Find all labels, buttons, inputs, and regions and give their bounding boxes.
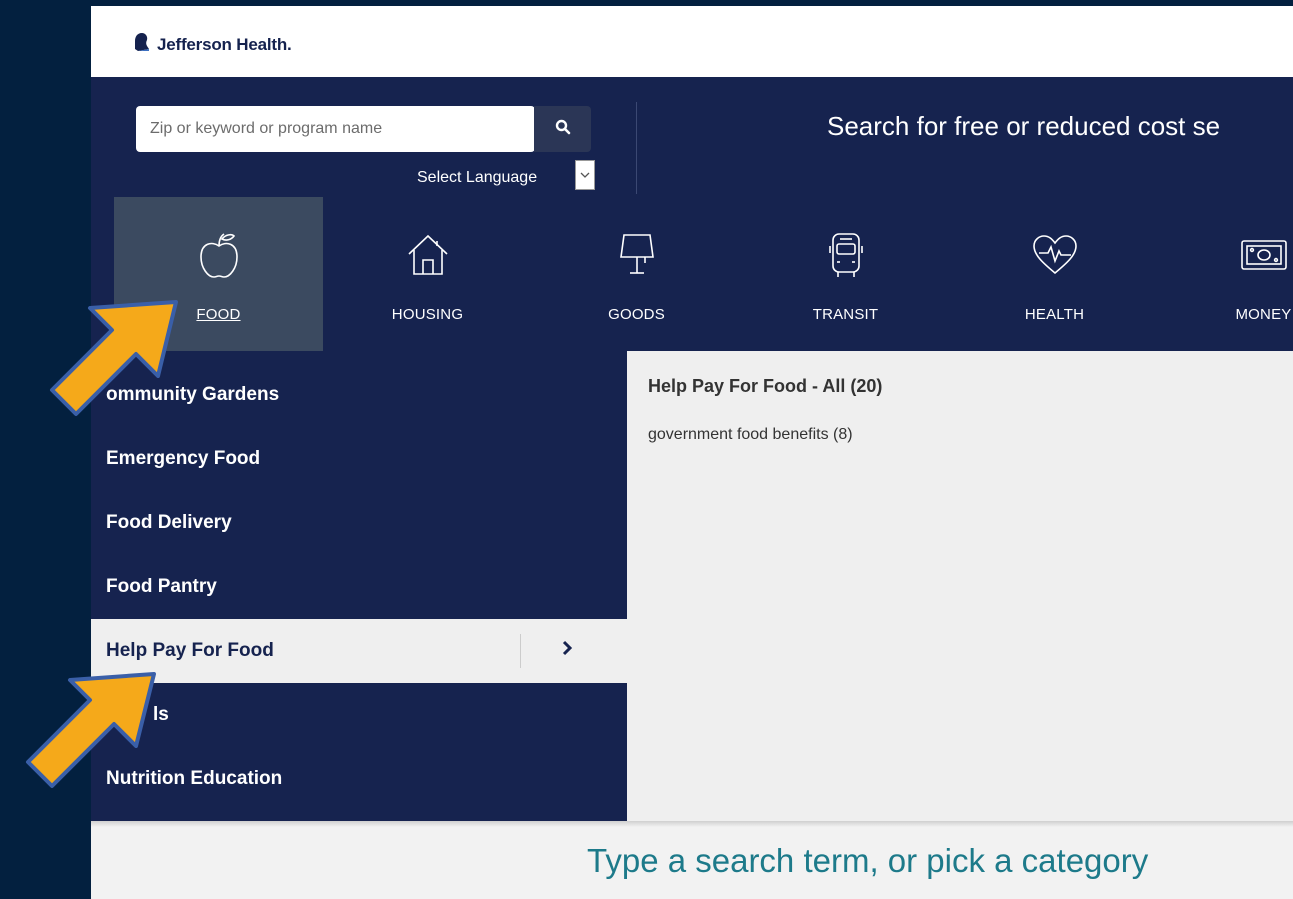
hero-title: Search for free or reduced cost se	[827, 111, 1221, 141]
subcategory-nutrition-education[interactable]: Nutrition Education	[91, 747, 627, 811]
subcategory-help-pay-for-food[interactable]: Help Pay For Food	[91, 619, 627, 683]
subcategory-food-pantry[interactable]: Food Pantry	[91, 555, 627, 619]
heart-pulse-icon	[1031, 230, 1079, 280]
subcategory-label: Help Pay For Food	[106, 640, 274, 661]
search-box	[136, 106, 535, 152]
money-icon	[1239, 230, 1289, 280]
tab-housing[interactable]: HOUSING	[323, 197, 532, 351]
bus-icon	[826, 230, 866, 280]
language-select[interactable]	[575, 160, 595, 190]
subcategory-label: Emergency Food	[106, 448, 261, 469]
lamp-icon	[618, 230, 656, 280]
detail-link-government-food-benefits[interactable]: government food benefits (8)	[648, 426, 853, 444]
search-prompt: Type a search term, or pick a category	[587, 842, 1149, 879]
tab-money-label: MONEY	[1235, 306, 1292, 323]
subcategory-label: Food Pantry	[106, 576, 217, 597]
tab-health[interactable]: HEALTH	[950, 197, 1159, 351]
category-nav: FOOD HOUSING GOODS TRANSIT HEALTH MONEY	[91, 197, 1293, 351]
search-icon	[555, 119, 571, 140]
tab-food-label: FOOD	[196, 306, 241, 323]
divider	[636, 102, 637, 194]
annotation-arrow-food	[50, 300, 178, 416]
detail-title[interactable]: Help Pay For Food - All (20)	[648, 376, 882, 397]
tab-transit[interactable]: TRANSIT	[741, 197, 950, 351]
panel-shadow	[91, 821, 1293, 827]
subcategory-panel: ommunity Gardens Emergency Food Food Del…	[91, 351, 1293, 821]
brand-logo[interactable]: Jefferson Health.	[133, 32, 292, 57]
tab-money[interactable]: MONEY	[1159, 197, 1293, 351]
chevron-down-icon	[580, 166, 590, 184]
tab-health-label: HEALTH	[1024, 306, 1085, 323]
subcategory-detail: Help Pay For Food - All (20) government …	[627, 351, 1293, 821]
top-bar: Jefferson Health.	[91, 6, 1293, 77]
brand-name: Jefferson Health.	[157, 34, 292, 54]
chevron-right-icon	[561, 639, 573, 663]
search-button[interactable]	[534, 106, 591, 152]
tab-goods-label: GOODS	[608, 306, 665, 323]
page: Jefferson Health. Select Language Search…	[91, 6, 1293, 899]
divider	[520, 634, 521, 668]
search-hero: Select Language Search for free or reduc…	[91, 77, 1293, 197]
annotation-arrow-help-pay	[26, 672, 156, 788]
tab-transit-label: TRANSIT	[812, 306, 879, 323]
tab-housing-label: HOUSING	[391, 306, 464, 323]
subcategory-food-delivery[interactable]: Food Delivery	[91, 491, 627, 555]
language-label: Select Language	[417, 169, 538, 186]
house-icon	[406, 230, 450, 280]
search-input[interactable]	[136, 106, 534, 152]
logo-icon	[133, 32, 151, 57]
apple-icon	[196, 230, 242, 280]
tab-goods[interactable]: GOODS	[532, 197, 741, 351]
subcategory-label: Food Delivery	[106, 512, 232, 533]
subcategory-meals[interactable]: ls	[91, 683, 627, 747]
